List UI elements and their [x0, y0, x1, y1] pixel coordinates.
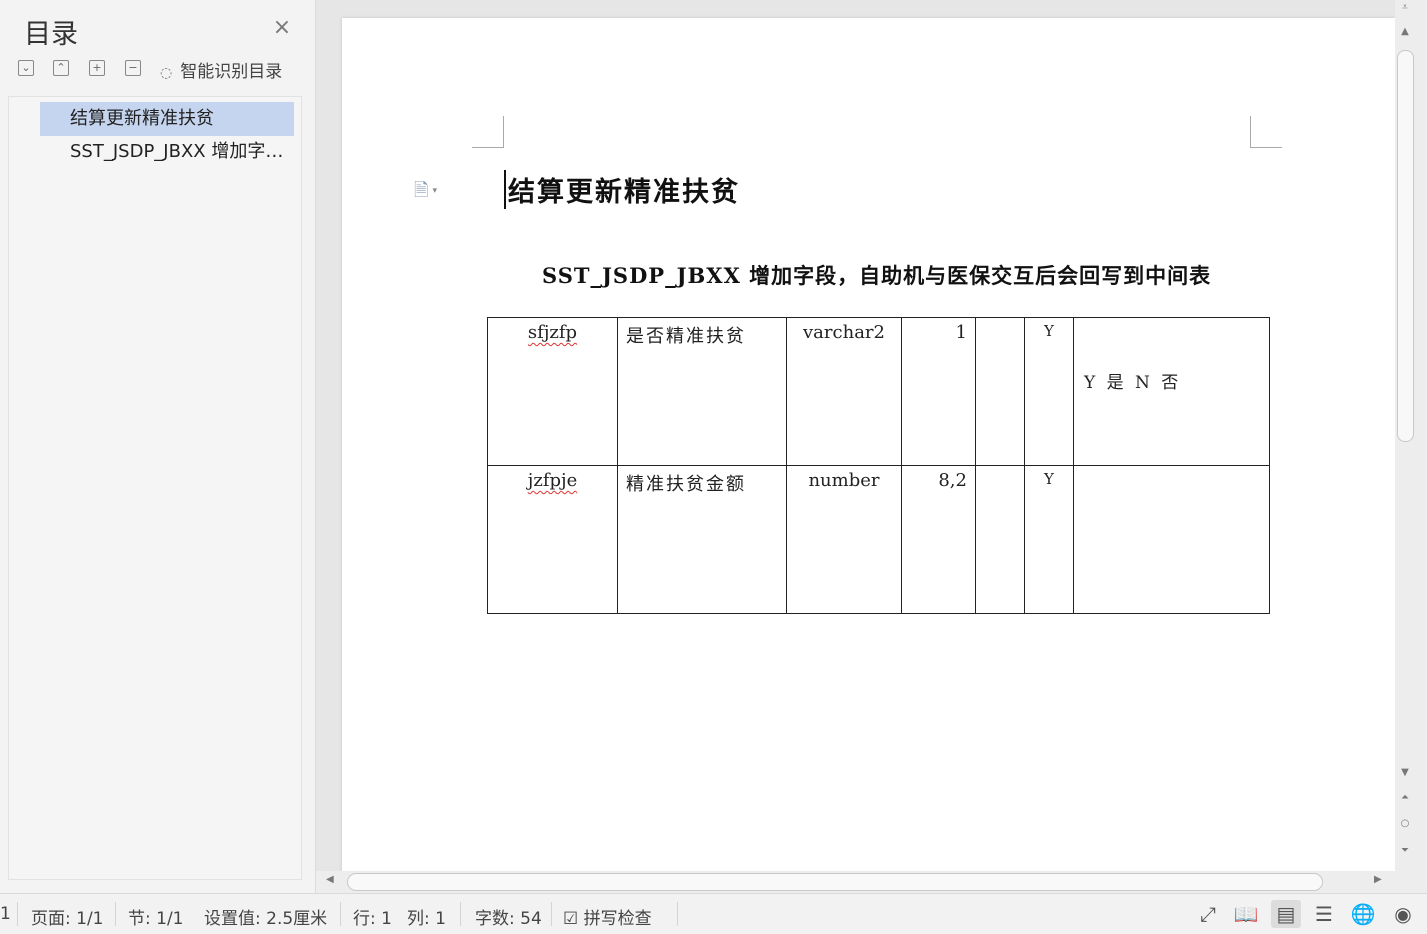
select-browse-object-icon[interactable]: ○ — [1395, 818, 1415, 829]
web-view-icon[interactable]: 🌐 — [1348, 900, 1378, 928]
scroll-up-icon[interactable]: ▲ — [1395, 26, 1415, 37]
toc-item[interactable]: 结算更新精准扶贫 — [40, 102, 294, 136]
vertical-scrollbar[interactable]: ⩡ ▲ ▼ ⏶ ○ ⏷ — [1395, 0, 1427, 893]
divider — [551, 902, 552, 926]
caret-down-icon: ▾ — [432, 186, 438, 196]
field-name: sfjzfp — [527, 322, 578, 343]
setting-value[interactable]: 设置值: 2.5厘米 — [204, 904, 327, 929]
toc-title: 目录 — [24, 19, 78, 50]
margin-corner-mark — [1250, 116, 1282, 148]
expand-up-icon[interactable]: ⌃ — [53, 60, 69, 76]
divider — [17, 902, 18, 926]
field-description: Y 是 N 否 — [1084, 373, 1182, 393]
previous-page-icon[interactable]: ⏶ — [1395, 792, 1415, 803]
spell-check-icon: ☑ — [563, 909, 579, 929]
close-icon[interactable]: × — [268, 14, 296, 42]
page-number: 1 — [0, 904, 11, 924]
fullscreen-icon[interactable]: ⤢ — [1193, 900, 1223, 928]
status-bar: 1 页面: 1/1 节: 1/1 设置值: 2.5厘米 行: 1 列: 1 字数… — [0, 893, 1427, 934]
row-indicator[interactable]: 行: 1 — [353, 904, 392, 929]
table-cell[interactable] — [975, 317, 1025, 466]
table-cell[interactable]: jzfpje — [487, 465, 618, 614]
wps-writer-window: 目录 × ⌄ ⌃ + − ◌ 智能识别目录 结算更新精准扶贫 SST_JSDP_J… — [0, 0, 1427, 934]
table-cell[interactable]: Y — [1024, 465, 1074, 614]
horizontal-scrollbar[interactable]: ◀ ▶ — [316, 871, 1395, 893]
smart-toc-button[interactable]: ◌ 智能识别目录 — [160, 57, 282, 82]
remove-level-icon[interactable]: − — [125, 60, 141, 76]
scroll-left-icon[interactable]: ◀ — [326, 874, 334, 885]
field-name: jzfpje — [527, 470, 578, 491]
heading-2[interactable]: SST_JSDP_JBXX 增加字段，自助机与医保交互后会回写到中间表 — [542, 260, 1211, 290]
divider — [677, 902, 678, 926]
page-view-icon[interactable]: ▤ — [1271, 900, 1301, 928]
column-indicator[interactable]: 列: 1 — [407, 904, 446, 929]
margin-corner-mark — [472, 116, 504, 148]
lightbulb-icon: ◌ — [160, 65, 173, 81]
smart-toc-label: 智能识别目录 — [180, 62, 283, 82]
divider — [460, 902, 461, 926]
read-mode-icon[interactable]: 📖 — [1231, 900, 1261, 928]
heading-1[interactable]: 结算更新精准扶贫 — [504, 170, 740, 209]
document-area: 🗎 ▾ 结算更新精准扶贫 SST_JSDP_JBXX 增加字段，自助机与医保交互后… — [316, 0, 1395, 871]
table-cell[interactable]: number — [786, 465, 902, 614]
table-cell[interactable]: 精准扶贫金额 — [617, 465, 787, 614]
outline-view-icon[interactable]: ☰ — [1309, 900, 1339, 928]
section-indicator[interactable]: 节: 1/1 — [128, 904, 184, 929]
divider — [115, 902, 116, 926]
table-row: sfjzfp 是否精准扶贫 varchar2 1 Y Y 是 N 否 — [487, 317, 1270, 466]
collapse-all-icon[interactable]: ⌄ — [18, 60, 34, 76]
word-count[interactable]: 字数: 54 — [475, 904, 542, 929]
table-cell[interactable]: 是否精准扶贫 — [617, 317, 787, 466]
table-cell[interactable]: Y — [1024, 317, 1074, 466]
divider — [340, 902, 341, 926]
table-cell[interactable] — [975, 465, 1025, 614]
table-cell[interactable]: Y 是 N 否 — [1073, 317, 1270, 466]
table-cell[interactable] — [1073, 465, 1270, 614]
table-row: jzfpje 精准扶贫金额 number 8,2 Y — [487, 465, 1270, 614]
scroll-down-icon[interactable]: ▼ — [1395, 767, 1415, 778]
spell-check-label: 拼写检查 — [583, 909, 652, 929]
eye-protection-icon[interactable]: ◉ — [1388, 900, 1418, 928]
spell-check-button[interactable]: ☑ 拼写检查 — [563, 904, 652, 929]
horizontal-scroll-thumb[interactable] — [347, 873, 1323, 891]
scroll-top-icon[interactable]: ⩡ — [1395, 2, 1415, 13]
table-cell[interactable]: sfjzfp — [487, 317, 618, 466]
field-table: sfjzfp 是否精准扶贫 varchar2 1 Y Y 是 N 否 jzfpj… — [487, 317, 1270, 614]
page-indicator[interactable]: 页面: 1/1 — [31, 904, 104, 929]
toc-panel: 目录 × ⌄ ⌃ + − ◌ 智能识别目录 结算更新精准扶贫 SST_JSDP_J… — [0, 0, 316, 893]
vertical-scroll-thumb[interactable] — [1397, 50, 1414, 442]
toc-list: 结算更新精准扶贫 SST_JSDP_JBXX 增加字段，自助机与医保交互后会回写… — [8, 96, 302, 880]
add-level-icon[interactable]: + — [89, 60, 105, 76]
scroll-right-icon[interactable]: ▶ — [1374, 874, 1382, 885]
toc-item[interactable]: SST_JSDP_JBXX 增加字段，自助机与医保交互后会回写到中间表 — [40, 135, 294, 169]
next-page-icon[interactable]: ⏷ — [1395, 845, 1415, 856]
table-cell[interactable]: 8,2 — [901, 465, 976, 614]
document-page[interactable]: 🗎 ▾ 结算更新精准扶贫 SST_JSDP_JBXX 增加字段，自助机与医保交互后… — [342, 18, 1395, 871]
paragraph-menu-icon[interactable]: 🗎 ▾ — [414, 178, 437, 208]
table-cell[interactable]: varchar2 — [786, 317, 902, 466]
table-cell[interactable]: 1 — [901, 317, 976, 466]
